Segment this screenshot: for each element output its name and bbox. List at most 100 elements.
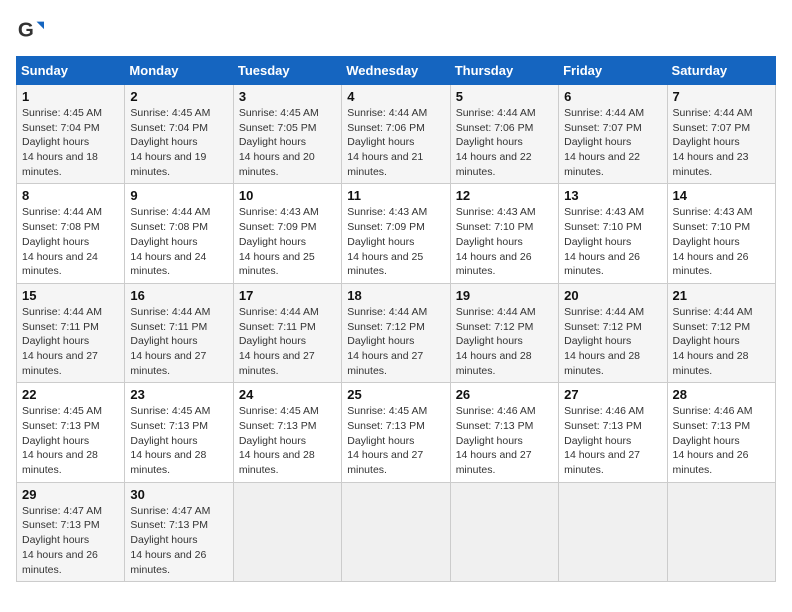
calendar-cell: 14 Sunrise: 4:43 AM Sunset: 7:10 PM Dayl… xyxy=(667,184,775,283)
day-number: 25 xyxy=(347,387,444,402)
day-info: Sunrise: 4:45 AM Sunset: 7:04 PM Dayligh… xyxy=(130,106,227,179)
calendar-header-tuesday: Tuesday xyxy=(233,57,341,85)
day-info: Sunrise: 4:45 AM Sunset: 7:13 PM Dayligh… xyxy=(130,404,227,477)
calendar-cell: 22 Sunrise: 4:45 AM Sunset: 7:13 PM Dayl… xyxy=(17,383,125,482)
day-info: Sunrise: 4:44 AM Sunset: 7:08 PM Dayligh… xyxy=(130,205,227,278)
day-number: 30 xyxy=(130,487,227,502)
calendar-cell: 6 Sunrise: 4:44 AM Sunset: 7:07 PM Dayli… xyxy=(559,85,667,184)
calendar-header-row: SundayMondayTuesdayWednesdayThursdayFrid… xyxy=(17,57,776,85)
day-info: Sunrise: 4:46 AM Sunset: 7:13 PM Dayligh… xyxy=(564,404,661,477)
calendar-week-row: 1 Sunrise: 4:45 AM Sunset: 7:04 PM Dayli… xyxy=(17,85,776,184)
day-info: Sunrise: 4:44 AM Sunset: 7:11 PM Dayligh… xyxy=(130,305,227,378)
day-info: Sunrise: 4:44 AM Sunset: 7:06 PM Dayligh… xyxy=(347,106,444,179)
calendar-cell: 20 Sunrise: 4:44 AM Sunset: 7:12 PM Dayl… xyxy=(559,283,667,382)
svg-text:G: G xyxy=(18,19,34,42)
day-info: Sunrise: 4:43 AM Sunset: 7:10 PM Dayligh… xyxy=(564,205,661,278)
day-number: 4 xyxy=(347,89,444,104)
day-info: Sunrise: 4:44 AM Sunset: 7:08 PM Dayligh… xyxy=(22,205,119,278)
calendar-header-sunday: Sunday xyxy=(17,57,125,85)
calendar-cell xyxy=(342,482,450,581)
day-info: Sunrise: 4:45 AM Sunset: 7:13 PM Dayligh… xyxy=(22,404,119,477)
calendar-cell: 21 Sunrise: 4:44 AM Sunset: 7:12 PM Dayl… xyxy=(667,283,775,382)
calendar-cell: 15 Sunrise: 4:44 AM Sunset: 7:11 PM Dayl… xyxy=(17,283,125,382)
day-number: 28 xyxy=(673,387,770,402)
day-number: 27 xyxy=(564,387,661,402)
calendar-cell: 27 Sunrise: 4:46 AM Sunset: 7:13 PM Dayl… xyxy=(559,383,667,482)
day-info: Sunrise: 4:46 AM Sunset: 7:13 PM Dayligh… xyxy=(673,404,770,477)
calendar-week-row: 22 Sunrise: 4:45 AM Sunset: 7:13 PM Dayl… xyxy=(17,383,776,482)
day-info: Sunrise: 4:43 AM Sunset: 7:10 PM Dayligh… xyxy=(456,205,553,278)
day-number: 1 xyxy=(22,89,119,104)
calendar-cell: 10 Sunrise: 4:43 AM Sunset: 7:09 PM Dayl… xyxy=(233,184,341,283)
logo: G xyxy=(16,16,48,44)
day-number: 6 xyxy=(564,89,661,104)
day-info: Sunrise: 4:43 AM Sunset: 7:09 PM Dayligh… xyxy=(347,205,444,278)
day-number: 15 xyxy=(22,288,119,303)
calendar-week-row: 8 Sunrise: 4:44 AM Sunset: 7:08 PM Dayli… xyxy=(17,184,776,283)
day-number: 3 xyxy=(239,89,336,104)
day-info: Sunrise: 4:45 AM Sunset: 7:13 PM Dayligh… xyxy=(239,404,336,477)
day-number: 16 xyxy=(130,288,227,303)
day-number: 29 xyxy=(22,487,119,502)
calendar-cell: 17 Sunrise: 4:44 AM Sunset: 7:11 PM Dayl… xyxy=(233,283,341,382)
page-header: G xyxy=(16,16,776,44)
day-info: Sunrise: 4:44 AM Sunset: 7:12 PM Dayligh… xyxy=(347,305,444,378)
logo-icon: G xyxy=(16,16,44,44)
day-info: Sunrise: 4:45 AM Sunset: 7:04 PM Dayligh… xyxy=(22,106,119,179)
calendar-header-monday: Monday xyxy=(125,57,233,85)
calendar-cell: 26 Sunrise: 4:46 AM Sunset: 7:13 PM Dayl… xyxy=(450,383,558,482)
calendar-week-row: 29 Sunrise: 4:47 AM Sunset: 7:13 PM Dayl… xyxy=(17,482,776,581)
calendar-header-thursday: Thursday xyxy=(450,57,558,85)
day-info: Sunrise: 4:44 AM Sunset: 7:07 PM Dayligh… xyxy=(673,106,770,179)
day-number: 7 xyxy=(673,89,770,104)
day-info: Sunrise: 4:44 AM Sunset: 7:12 PM Dayligh… xyxy=(456,305,553,378)
calendar-header-saturday: Saturday xyxy=(667,57,775,85)
day-info: Sunrise: 4:44 AM Sunset: 7:12 PM Dayligh… xyxy=(673,305,770,378)
day-number: 2 xyxy=(130,89,227,104)
day-number: 11 xyxy=(347,188,444,203)
day-number: 9 xyxy=(130,188,227,203)
calendar-cell: 24 Sunrise: 4:45 AM Sunset: 7:13 PM Dayl… xyxy=(233,383,341,482)
calendar-cell: 29 Sunrise: 4:47 AM Sunset: 7:13 PM Dayl… xyxy=(17,482,125,581)
calendar-cell: 19 Sunrise: 4:44 AM Sunset: 7:12 PM Dayl… xyxy=(450,283,558,382)
day-number: 5 xyxy=(456,89,553,104)
calendar-cell: 3 Sunrise: 4:45 AM Sunset: 7:05 PM Dayli… xyxy=(233,85,341,184)
calendar-cell: 11 Sunrise: 4:43 AM Sunset: 7:09 PM Dayl… xyxy=(342,184,450,283)
calendar-cell: 5 Sunrise: 4:44 AM Sunset: 7:06 PM Dayli… xyxy=(450,85,558,184)
day-number: 10 xyxy=(239,188,336,203)
day-number: 21 xyxy=(673,288,770,303)
calendar-cell: 28 Sunrise: 4:46 AM Sunset: 7:13 PM Dayl… xyxy=(667,383,775,482)
calendar-cell: 16 Sunrise: 4:44 AM Sunset: 7:11 PM Dayl… xyxy=(125,283,233,382)
calendar-header-friday: Friday xyxy=(559,57,667,85)
day-number: 24 xyxy=(239,387,336,402)
day-number: 19 xyxy=(456,288,553,303)
calendar-cell: 25 Sunrise: 4:45 AM Sunset: 7:13 PM Dayl… xyxy=(342,383,450,482)
day-info: Sunrise: 4:45 AM Sunset: 7:13 PM Dayligh… xyxy=(347,404,444,477)
day-number: 17 xyxy=(239,288,336,303)
day-info: Sunrise: 4:44 AM Sunset: 7:11 PM Dayligh… xyxy=(22,305,119,378)
calendar-cell xyxy=(667,482,775,581)
day-number: 23 xyxy=(130,387,227,402)
day-number: 20 xyxy=(564,288,661,303)
calendar-cell xyxy=(233,482,341,581)
day-number: 8 xyxy=(22,188,119,203)
calendar-cell: 30 Sunrise: 4:47 AM Sunset: 7:13 PM Dayl… xyxy=(125,482,233,581)
day-info: Sunrise: 4:45 AM Sunset: 7:05 PM Dayligh… xyxy=(239,106,336,179)
calendar-cell: 9 Sunrise: 4:44 AM Sunset: 7:08 PM Dayli… xyxy=(125,184,233,283)
calendar-cell: 13 Sunrise: 4:43 AM Sunset: 7:10 PM Dayl… xyxy=(559,184,667,283)
day-number: 13 xyxy=(564,188,661,203)
day-info: Sunrise: 4:43 AM Sunset: 7:10 PM Dayligh… xyxy=(673,205,770,278)
day-info: Sunrise: 4:47 AM Sunset: 7:13 PM Dayligh… xyxy=(22,504,119,577)
day-info: Sunrise: 4:44 AM Sunset: 7:06 PM Dayligh… xyxy=(456,106,553,179)
calendar-cell: 12 Sunrise: 4:43 AM Sunset: 7:10 PM Dayl… xyxy=(450,184,558,283)
day-number: 18 xyxy=(347,288,444,303)
day-number: 14 xyxy=(673,188,770,203)
calendar-cell xyxy=(450,482,558,581)
calendar-cell: 1 Sunrise: 4:45 AM Sunset: 7:04 PM Dayli… xyxy=(17,85,125,184)
day-number: 12 xyxy=(456,188,553,203)
calendar-cell: 4 Sunrise: 4:44 AM Sunset: 7:06 PM Dayli… xyxy=(342,85,450,184)
calendar-cell xyxy=(559,482,667,581)
day-info: Sunrise: 4:44 AM Sunset: 7:07 PM Dayligh… xyxy=(564,106,661,179)
calendar-cell: 8 Sunrise: 4:44 AM Sunset: 7:08 PM Dayli… xyxy=(17,184,125,283)
calendar-cell: 7 Sunrise: 4:44 AM Sunset: 7:07 PM Dayli… xyxy=(667,85,775,184)
